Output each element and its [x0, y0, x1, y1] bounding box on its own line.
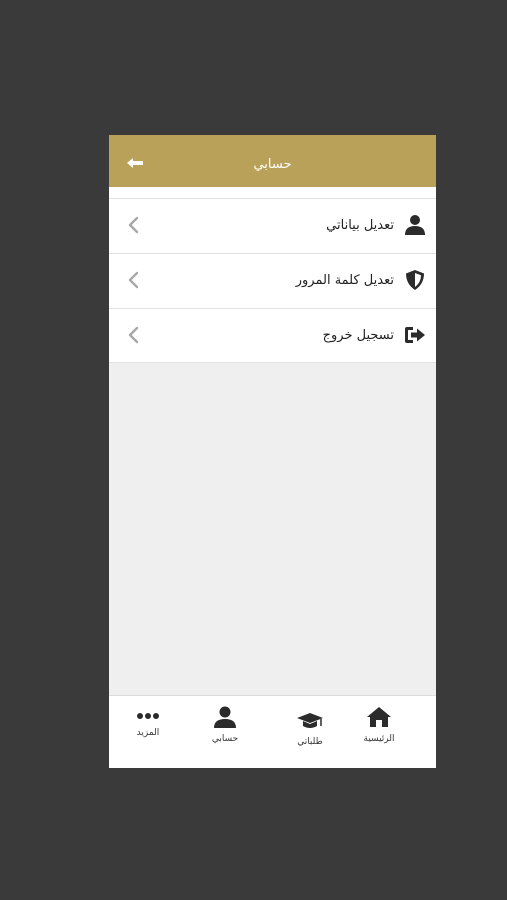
- more-dots-icon: [137, 713, 159, 719]
- tab-my-requests[interactable]: طلباتي: [280, 711, 340, 747]
- page-title: حسابي: [253, 157, 292, 172]
- menu-item-label: تعديل بياناتي: [326, 218, 394, 233]
- tab-label: الرئيسية: [363, 734, 395, 744]
- tab-more[interactable]: المزيد: [118, 710, 178, 738]
- home-icon: [367, 707, 391, 727]
- chevron-left-icon: [128, 326, 139, 344]
- bottom-tab-bar: الرئيسية طلباتي حسابي المزيد: [109, 695, 436, 768]
- user-icon: [214, 706, 236, 728]
- account-menu: تعديل بياناتي تعديل كلمة المرور تسجيل خر…: [109, 198, 436, 363]
- header-spacer: [109, 187, 436, 198]
- shield-icon: [406, 270, 424, 290]
- menu-item-label: تعديل كلمة المرور: [295, 273, 394, 288]
- tab-home[interactable]: الرئيسية: [349, 706, 409, 744]
- menu-item-change-password[interactable]: تعديل كلمة المرور: [109, 253, 436, 308]
- graduation-cap-icon: [297, 713, 323, 728]
- tab-my-account[interactable]: حسابي: [195, 706, 255, 744]
- chevron-left-icon: [128, 271, 139, 289]
- menu-item-edit-profile[interactable]: تعديل بياناتي: [109, 198, 436, 253]
- sign-out-icon: [405, 327, 425, 343]
- chevron-left-icon: [128, 216, 139, 234]
- header-bar: حسابي: [109, 135, 436, 187]
- tab-label: حسابي: [211, 734, 239, 744]
- tab-label: طلباتي: [297, 737, 323, 747]
- tab-label: المزيد: [136, 728, 160, 738]
- phone-screen: حسابي تعديل بياناتي تعديل كلمة المرور تس…: [109, 135, 436, 768]
- menu-item-label: تسجيل خروج: [322, 328, 394, 343]
- user-icon: [405, 215, 425, 235]
- menu-item-logout[interactable]: تسجيل خروج: [109, 308, 436, 363]
